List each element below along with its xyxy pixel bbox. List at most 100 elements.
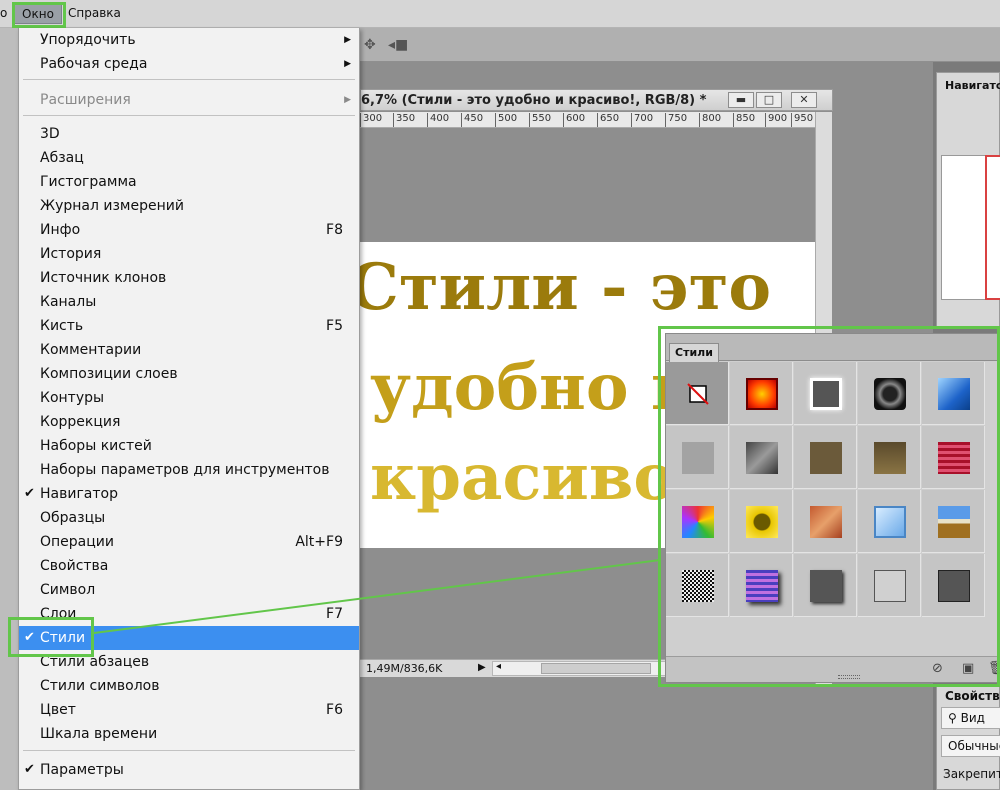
document-titlebar[interactable]: 6,7% (Стили - это удобно и красиво!, RGB… bbox=[360, 89, 833, 111]
document-title: 6,7% (Стили - это удобно и красиво!, RGB… bbox=[361, 93, 707, 108]
menu-item-label: Коррекция bbox=[40, 414, 121, 430]
ruler-tick: 750 bbox=[664, 113, 688, 127]
blend-mode-select[interactable]: Обычные bbox=[941, 735, 1000, 757]
navigator-panel: Навигатор bbox=[936, 72, 1000, 327]
menu-separator bbox=[23, 79, 355, 80]
view-filter-button[interactable]: ⚲ Вид bbox=[941, 707, 1000, 729]
menu-item-help[interactable]: Справка bbox=[68, 6, 121, 20]
menu-item-label: Кисть bbox=[40, 318, 84, 334]
move-tool-icon[interactable]: ✥ bbox=[364, 37, 376, 53]
menu-item-paths[interactable]: Контуры bbox=[19, 386, 359, 410]
menu-item-3d[interactable]: 3D bbox=[19, 122, 359, 146]
menu-separator bbox=[23, 750, 355, 751]
menu-item-actions[interactable]: Операции Alt+F9 bbox=[19, 530, 359, 554]
camera-tool-icon[interactable]: ◂■ bbox=[388, 37, 408, 53]
menu-item-properties[interactable]: Свойства bbox=[19, 554, 359, 578]
ruler-tick: 800 bbox=[698, 113, 722, 127]
menubar: о Окно Справка bbox=[0, 0, 1000, 28]
menu-item-label: Наборы параметров для инструментов bbox=[40, 462, 330, 478]
menu-item-shortcut: F5 bbox=[326, 318, 343, 334]
submenu-arrow-icon: ▶ bbox=[344, 59, 351, 69]
checkmark-icon: ✔ bbox=[24, 762, 35, 777]
properties-panel-title[interactable]: Свойства bbox=[945, 689, 1000, 703]
menu-item-history[interactable]: История bbox=[19, 242, 359, 266]
menu-item-options[interactable]: ✔ Параметры bbox=[19, 758, 359, 782]
menu-item-label: Операции bbox=[40, 534, 114, 550]
horizontal-ruler: 300 350 400 450 500 550 600 650 700 750 … bbox=[359, 112, 815, 128]
menu-item-tool-presets[interactable]: Наборы параметров для инструментов bbox=[19, 458, 359, 482]
submenu-arrow-icon: ▶ bbox=[344, 95, 351, 105]
close-button[interactable]: ✕ bbox=[791, 92, 817, 108]
menu-item-label: Комментарии bbox=[40, 342, 142, 358]
navigator-panel-title[interactable]: Навигатор bbox=[945, 79, 1000, 92]
ruler-tick: 900 bbox=[764, 113, 788, 127]
ruler-tick: 650 bbox=[596, 113, 620, 127]
minimize-button[interactable]: ▬ bbox=[728, 92, 754, 108]
menu-item-label: Цвет bbox=[40, 702, 76, 718]
menu-item-previous[interactable]: о bbox=[0, 6, 7, 20]
menu-item-label: Навигатор bbox=[40, 486, 118, 502]
menu-item-label: Композиции слоев bbox=[40, 366, 178, 382]
menu-item-label: Упорядочить bbox=[40, 32, 136, 48]
ruler-tick: 450 bbox=[460, 113, 484, 127]
menu-item-swatches[interactable]: Образцы bbox=[19, 506, 359, 530]
menu-item-brush[interactable]: Кисть F5 bbox=[19, 314, 359, 338]
scroll-left-icon[interactable]: ◂ bbox=[496, 661, 501, 672]
ruler-tick: 600 bbox=[562, 113, 586, 127]
menu-item-label: Рабочая среда bbox=[40, 56, 148, 72]
menu-item-channels[interactable]: Каналы bbox=[19, 290, 359, 314]
properties-panel: Свойства ⚲ Вид Обычные Закрепить bbox=[936, 685, 1000, 790]
menu-item-label: История bbox=[40, 246, 102, 262]
menu-item-label: Контуры bbox=[40, 390, 105, 406]
menu-item-timeline[interactable]: Шкала времени bbox=[19, 722, 359, 746]
menu-item-shortcut: F7 bbox=[326, 606, 343, 622]
menu-item-workspace[interactable]: Рабочая среда ▶ bbox=[19, 52, 359, 76]
menu-item-character[interactable]: Символ bbox=[19, 578, 359, 602]
window-menu-dropdown: Упорядочить ▶ Рабочая среда ▶ Расширения ▶ … bbox=[18, 28, 360, 790]
menu-item-clone-source[interactable]: Источник клонов bbox=[19, 266, 359, 290]
menu-item-label: Шкала времени bbox=[40, 726, 158, 742]
maximize-button[interactable]: □ bbox=[756, 92, 782, 108]
menu-separator bbox=[23, 115, 355, 116]
menu-item-brush-presets[interactable]: Наборы кистей bbox=[19, 434, 359, 458]
menu-item-character-styles[interactable]: Стили символов bbox=[19, 674, 359, 698]
ruler-tick: 700 bbox=[630, 113, 654, 127]
menu-item-label: Расширения bbox=[40, 92, 131, 108]
menu-item-shortcut: Alt+F9 bbox=[295, 534, 343, 550]
menu-item-info[interactable]: Инфо F8 bbox=[19, 218, 359, 242]
canvas-text-line-2: удобно и bbox=[370, 350, 699, 425]
navigator-view-box[interactable] bbox=[985, 155, 1000, 300]
ruler-tick: 500 bbox=[494, 113, 518, 127]
menu-item-color[interactable]: Цвет F6 bbox=[19, 698, 359, 722]
ruler-tick: 850 bbox=[732, 113, 756, 127]
menu-item-label: Стили символов bbox=[40, 678, 160, 694]
document-size-status: 1,49M/836,6K bbox=[366, 662, 443, 675]
menu-item-extensions: Расширения ▶ bbox=[19, 88, 359, 112]
status-menu-arrow-icon[interactable]: ▶ bbox=[478, 662, 486, 673]
highlight-window-menu bbox=[12, 2, 66, 28]
menu-item-label: Журнал измерений bbox=[40, 198, 184, 214]
menu-item-label: 3D bbox=[40, 126, 60, 142]
ruler-tick: 400 bbox=[426, 113, 450, 127]
menu-item-measurement-log[interactable]: Журнал измерений bbox=[19, 194, 359, 218]
ruler-tick: 950 bbox=[790, 113, 814, 127]
ruler-tick: 300 bbox=[359, 113, 383, 127]
menu-item-shortcut: F8 bbox=[326, 222, 343, 238]
menu-item-label: Инфо bbox=[40, 222, 81, 238]
menu-item-layer-comps[interactable]: Композиции слоев bbox=[19, 362, 359, 386]
menu-item-label: Параметры bbox=[40, 762, 124, 778]
options-bar: ✥ ◂■ bbox=[360, 28, 1000, 62]
menu-item-histogram[interactable]: Гистограмма bbox=[19, 170, 359, 194]
menu-item-navigator[interactable]: ✔ Навигатор bbox=[19, 482, 359, 506]
menu-item-adjustments[interactable]: Коррекция bbox=[19, 410, 359, 434]
view-filter-label: Вид bbox=[960, 711, 985, 725]
menu-item-notes[interactable]: Комментарии bbox=[19, 338, 359, 362]
menu-item-label: Наборы кистей bbox=[40, 438, 152, 454]
menu-item-label: Абзац bbox=[40, 150, 84, 166]
search-icon: ⚲ bbox=[948, 711, 961, 725]
scroll-thumb[interactable] bbox=[541, 663, 651, 674]
menu-item-paragraph[interactable]: Абзац bbox=[19, 146, 359, 170]
menu-item-label: Символ bbox=[40, 582, 96, 598]
lock-label: Закрепить bbox=[943, 767, 1000, 781]
menu-item-arrange[interactable]: Упорядочить ▶ bbox=[19, 28, 359, 52]
